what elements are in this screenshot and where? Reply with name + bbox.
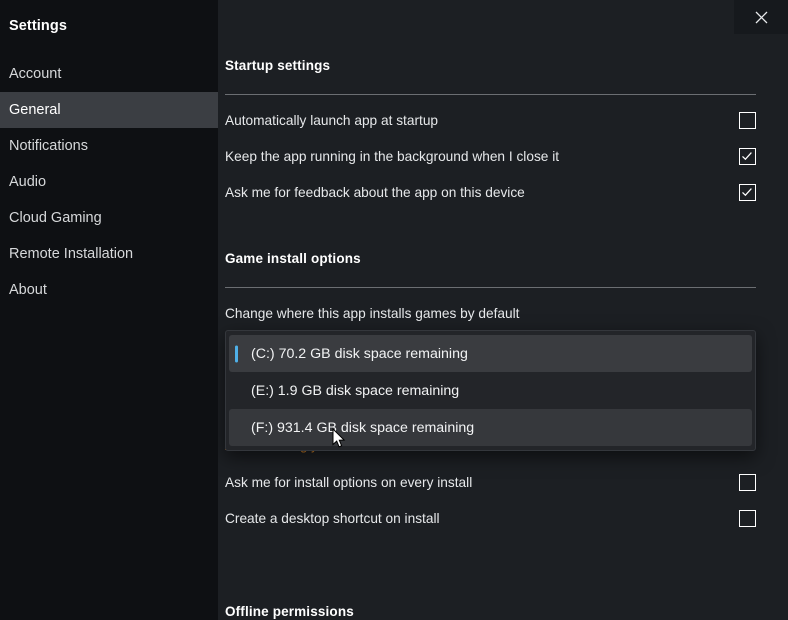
setting-label: Keep the app running in the background w… bbox=[225, 148, 560, 164]
sidebar-item-label: Audio bbox=[9, 174, 47, 190]
sidebar-item-label: General bbox=[9, 102, 61, 118]
checkbox-create-desktop-shortcut[interactable] bbox=[739, 509, 756, 527]
settings-window: Settings Account General Notifications A… bbox=[0, 0, 788, 620]
setting-row-feedback: Ask me for feedback about the app on thi… bbox=[225, 180, 756, 204]
section-header-startup-settings: Startup settings bbox=[225, 58, 756, 95]
close-button[interactable] bbox=[734, 0, 788, 34]
drive-option-label: (C:) 70.2 GB disk space remaining bbox=[251, 345, 468, 362]
checkbox-ask-for-feedback[interactable] bbox=[739, 183, 756, 201]
install-location-description: Change where this app installs games by … bbox=[225, 306, 520, 321]
sidebar-item-account[interactable]: Account bbox=[0, 56, 218, 92]
sidebar-item-label: Remote Installation bbox=[9, 246, 134, 262]
setting-row-desktop-shortcut: Create a desktop shortcut on install bbox=[225, 506, 756, 530]
drive-option-c[interactable]: (C:) 70.2 GB disk space remaining bbox=[229, 335, 752, 372]
sidebar-item-label: Account bbox=[9, 66, 62, 82]
drive-select-dropdown[interactable]: (C:) 70.2 GB disk space remaining (E:) 1… bbox=[225, 330, 756, 451]
section-header-offline-permissions: Offline permissions bbox=[225, 604, 756, 619]
close-icon bbox=[755, 11, 768, 24]
sidebar-item-cloud-gaming[interactable]: Cloud Gaming bbox=[0, 200, 218, 236]
setting-row-install-options: Ask me for install options on every inst… bbox=[225, 470, 756, 494]
setting-label: Create a desktop shortcut on install bbox=[225, 510, 440, 526]
section-title: Offline permissions bbox=[225, 604, 354, 619]
drive-option-label: (F:) 931.4 GB disk space remaining bbox=[251, 419, 475, 436]
checkmark-icon bbox=[742, 187, 752, 196]
settings-sidebar: Settings Account General Notifications A… bbox=[0, 0, 218, 620]
section-title: Game install options bbox=[225, 251, 361, 266]
section-divider bbox=[225, 94, 756, 95]
sidebar-item-label: About bbox=[9, 282, 47, 298]
sidebar-item-remote-installation[interactable]: Remote Installation bbox=[0, 236, 218, 272]
section-header-game-install-options: Game install options bbox=[225, 251, 756, 288]
sidebar-item-audio[interactable]: Audio bbox=[0, 164, 218, 200]
checkbox-auto-launch-at-startup[interactable] bbox=[739, 111, 756, 129]
sidebar-nav: Account General Notifications Audio Clou… bbox=[0, 56, 218, 308]
section-title: Startup settings bbox=[225, 58, 331, 73]
sidebar-item-notifications[interactable]: Notifications bbox=[0, 128, 218, 164]
sidebar-item-general[interactable]: General bbox=[0, 92, 218, 128]
checkbox-keep-running-background[interactable] bbox=[739, 147, 756, 165]
section-divider bbox=[225, 287, 756, 288]
checkbox-ask-install-options[interactable] bbox=[739, 473, 756, 491]
sidebar-item-label: Cloud Gaming bbox=[9, 210, 102, 226]
sidebar-item-label: Notifications bbox=[9, 138, 88, 154]
setting-label: Ask me for feedback about the app on thi… bbox=[225, 184, 525, 200]
setting-label: Ask me for install options on every inst… bbox=[225, 474, 473, 490]
checkmark-icon bbox=[742, 151, 752, 160]
drive-option-label: (E:) 1.9 GB disk space remaining bbox=[251, 382, 460, 399]
selected-indicator-bar bbox=[235, 345, 238, 362]
setting-label: Automatically launch app at startup bbox=[225, 112, 439, 128]
sidebar-item-about[interactable]: About bbox=[0, 272, 218, 308]
sidebar-title: Settings bbox=[9, 18, 67, 34]
drive-option-f[interactable]: (F:) 931.4 GB disk space remaining bbox=[229, 409, 752, 446]
drive-option-e[interactable]: (E:) 1.9 GB disk space remaining bbox=[229, 372, 752, 409]
setting-row-autolaunch: Automatically launch app at startup bbox=[225, 108, 756, 132]
setting-row-background: Keep the app running in the background w… bbox=[225, 144, 756, 168]
settings-content: Startup settings Automatically launch ap… bbox=[218, 0, 788, 620]
